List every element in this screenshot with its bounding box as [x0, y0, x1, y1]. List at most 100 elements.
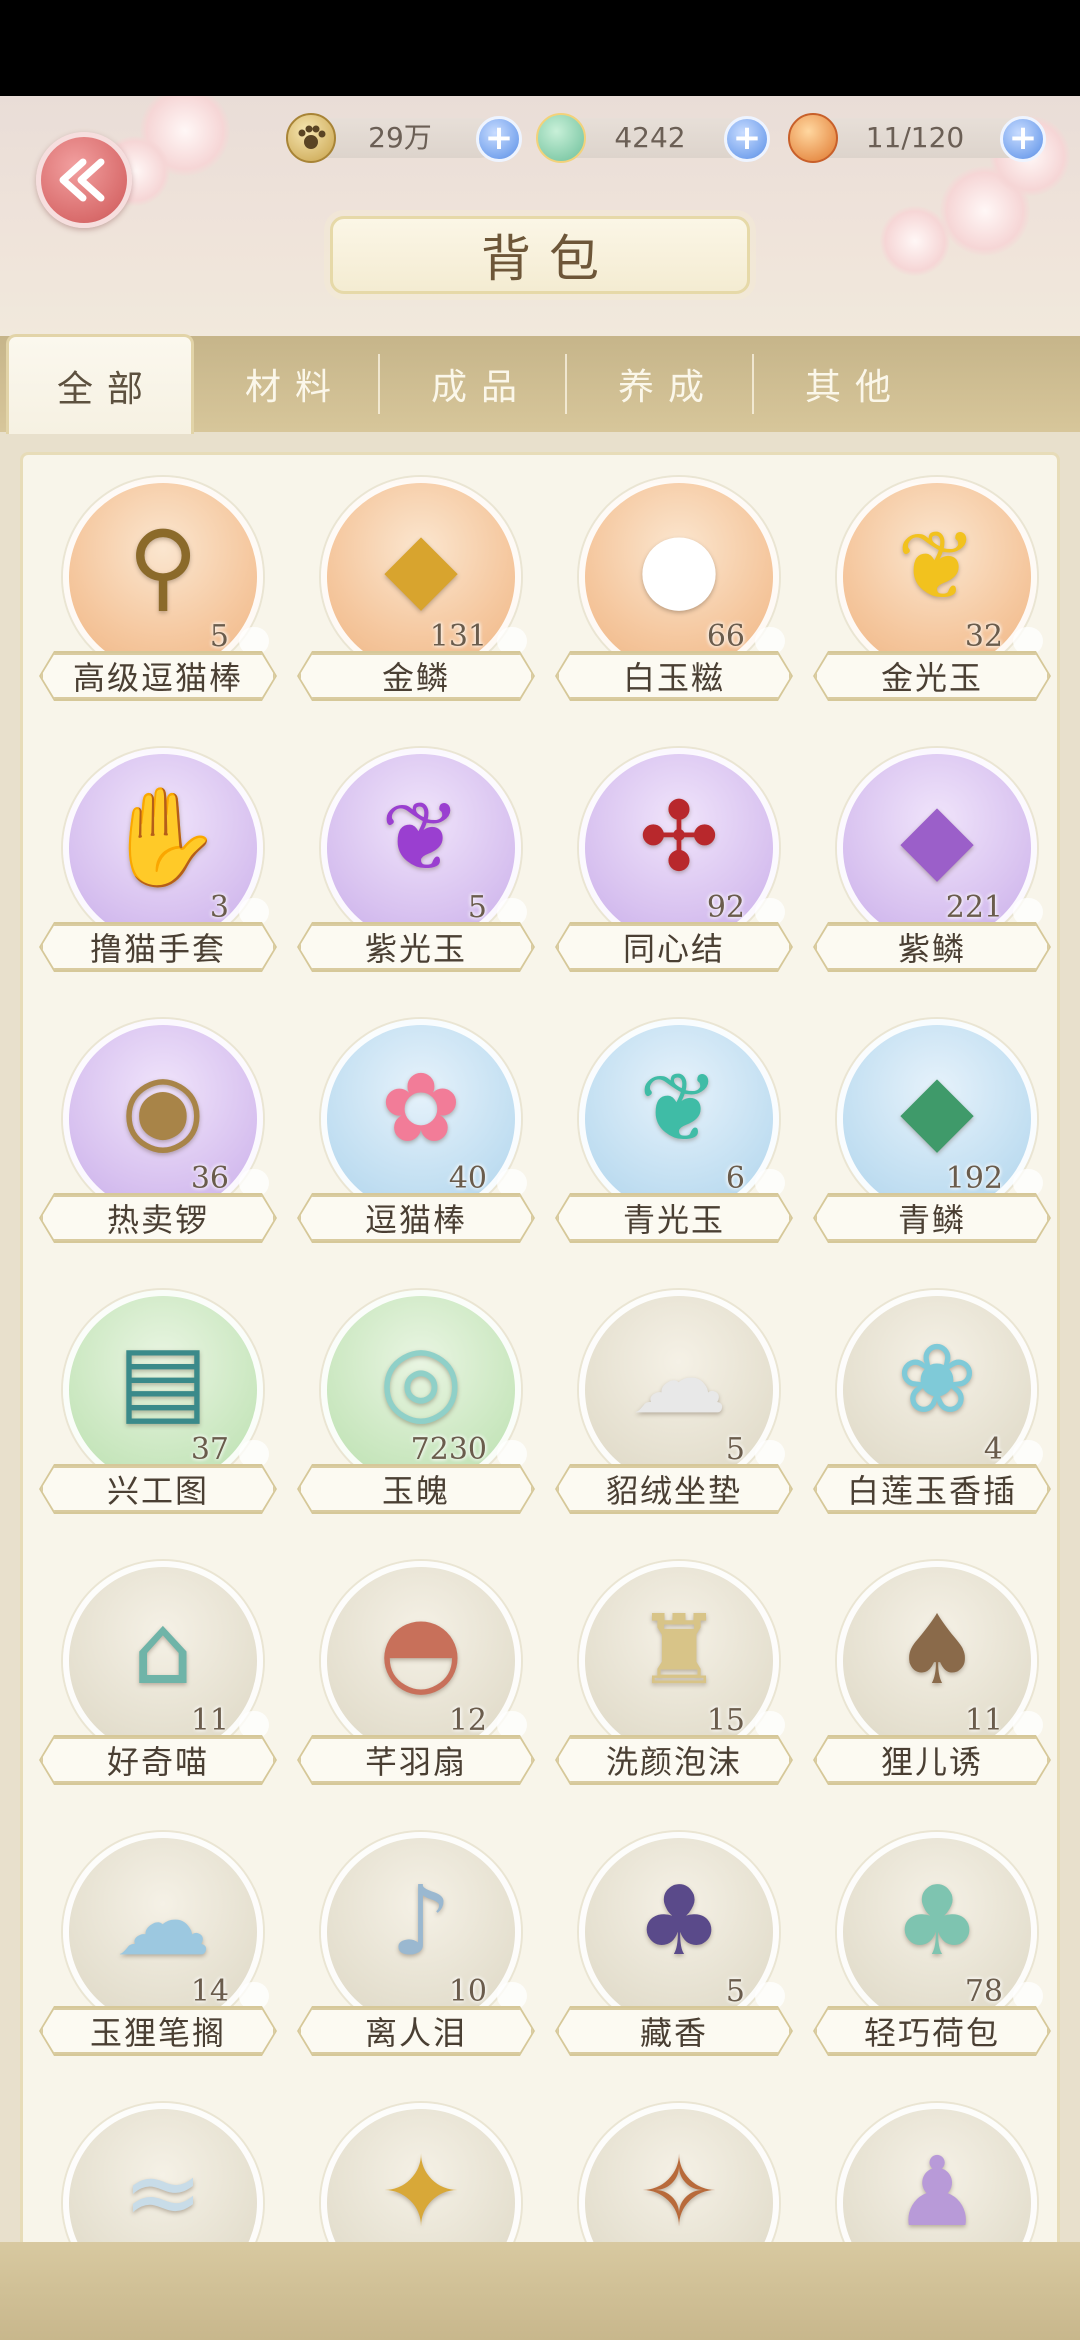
inventory-item[interactable]: ✧ [549, 2103, 789, 2259]
item-count: 7230 [410, 1432, 487, 1467]
inventory-item[interactable]: ♪ 10 离人泪 [291, 1832, 531, 2062]
purple-scale-icon: ◆ [900, 781, 974, 893]
purple-garment-icon: ♟ [893, 2136, 981, 2248]
blossom-decoration [880, 206, 950, 276]
item-name: 洗颜泡沫 [557, 1737, 791, 1783]
jade-disc-icon: ◎ [379, 1323, 463, 1435]
inventory-item[interactable]: ☁ 5 貂绒坐垫 [549, 1290, 789, 1520]
count-badge-bg [1013, 1982, 1043, 2010]
inventory-item[interactable]: ◎ 7230 玉魄 [291, 1290, 531, 1520]
green-scale-icon: ◆ [900, 1052, 974, 1164]
item-icon-frame: ✧ [579, 2103, 779, 2259]
tab-materials[interactable]: 材料 [194, 336, 382, 432]
count-badge-bg [497, 1711, 527, 1739]
count-badge-bg [497, 1440, 527, 1468]
item-name: 玉狸笔搁 [41, 2008, 275, 2054]
item-icon-frame: ✿ [321, 1019, 521, 1219]
jade-cat-icon: ☁ [115, 1865, 211, 1977]
inventory-item[interactable]: ▤ 37 兴工图 [33, 1290, 273, 1520]
item-name: 芊羽扇 [299, 1737, 533, 1783]
inventory-item[interactable]: ✣ 92 同心结 [549, 748, 789, 978]
inventory-item[interactable]: ✦ [291, 2103, 531, 2259]
item-icon-frame: ✣ [579, 748, 779, 948]
cat-jar-icon: ⌂ [132, 1594, 194, 1706]
item-name: 热卖锣 [41, 1195, 275, 1241]
inventory-item[interactable]: ◆ 221 紫鳞 [807, 748, 1047, 978]
item-icon-frame: ◓ [321, 1561, 521, 1761]
add-food-button[interactable]: + [1000, 116, 1046, 162]
item-icon-frame: ◆ [321, 477, 521, 677]
item-name: 金光玉 [815, 653, 1049, 699]
item-count: 10 [448, 1974, 487, 2009]
inventory-item[interactable]: ❀ 4 白莲玉香插 [807, 1290, 1047, 1520]
item-count: 37 [190, 1432, 229, 1467]
item-name: 白玉糍 [557, 653, 791, 699]
item-count: 12 [448, 1703, 487, 1738]
cream-bottle-icon: ♜ [635, 1594, 723, 1706]
item-name: 藏香 [557, 2008, 791, 2054]
item-name: 高级逗猫棒 [41, 653, 275, 699]
item-icon-frame: ☁ [63, 1832, 263, 2032]
count-badge-bg [1013, 1711, 1043, 1739]
item-name: 青鳞 [815, 1195, 1049, 1241]
inventory-item[interactable]: ⚲ 5 高级逗猫棒 [33, 477, 273, 707]
tab-all[interactable]: 全部 [6, 334, 194, 434]
inventory-item[interactable]: ♜ 15 洗颜泡沫 [549, 1561, 789, 1791]
inventory-item[interactable]: ◆ 192 青鳞 [807, 1019, 1047, 1249]
item-icon-frame: ◆ [837, 1019, 1037, 1219]
tab-bar: 全部 材料 成品 养成 其他 [0, 334, 1080, 434]
item-icon-frame: ⚲ [63, 477, 263, 677]
item-name: 狸儿诱 [815, 1737, 1049, 1783]
item-icon-frame: ☁ [579, 1290, 779, 1490]
inventory-item[interactable]: ♟ [807, 2103, 1047, 2259]
tab-products[interactable]: 成品 [380, 336, 568, 432]
item-count: 92 [706, 890, 745, 925]
item-name: 玉魄 [299, 1466, 533, 1512]
inventory-item[interactable]: ♣ 5 藏香 [549, 1832, 789, 2062]
count-badge-bg [1013, 1169, 1043, 1197]
count-badge-bg [755, 627, 785, 655]
inventory-item[interactable]: ● 66 白玉糍 [549, 477, 789, 707]
bottom-bar [0, 2242, 1080, 2340]
item-name: 貂绒坐垫 [557, 1466, 791, 1512]
item-count: 11 [190, 1703, 229, 1738]
count-badge-bg [497, 1982, 527, 2010]
inventory-item[interactable]: ❦ 5 紫光玉 [291, 748, 531, 978]
item-name: 兴工图 [41, 1466, 275, 1512]
teal-fish-icon: ❦ [638, 1052, 720, 1164]
item-count: 4 [983, 1432, 1003, 1467]
count-badge-bg [755, 1440, 785, 1468]
add-paw-coin-button[interactable]: + [476, 116, 522, 162]
tab-label: 其他 [804, 367, 905, 408]
item-name: 撸猫手套 [41, 924, 275, 970]
item-name: 白莲玉香插 [815, 1466, 1049, 1512]
inventory-item[interactable]: ☁ 14 玉狸笔搁 [33, 1832, 273, 2062]
item-icon-frame: ◆ [837, 748, 1037, 948]
inventory-item[interactable]: ♠ 11 狸儿诱 [807, 1561, 1047, 1791]
inventory-item[interactable]: ♣ 78 轻巧荷包 [807, 1832, 1047, 2062]
tab-label: 养成 [617, 367, 718, 408]
item-icon-frame: ❦ [579, 1019, 779, 1219]
count-badge-bg [239, 1982, 269, 2010]
inventory-item[interactable]: ≈ [33, 2103, 273, 2259]
add-jade-bird-button[interactable]: + [724, 116, 770, 162]
inventory-item[interactable]: ◆ 131 金鳞 [291, 477, 531, 707]
incense-bag-icon: ♣ [635, 1865, 723, 1977]
back-button[interactable] [36, 132, 132, 228]
item-icon-frame: ≈ [63, 2103, 263, 2259]
inventory-item[interactable]: ✋ 3 撸猫手套 [33, 748, 273, 978]
inventory-item[interactable]: ❦ 32 金光玉 [807, 477, 1047, 707]
inventory-item[interactable]: ◓ 12 芊羽扇 [291, 1561, 531, 1791]
item-icon-frame: ❦ [321, 748, 521, 948]
count-badge-bg [239, 1711, 269, 1739]
inventory-item[interactable]: ❦ 6 青光玉 [549, 1019, 789, 1249]
tab-cultivate[interactable]: 养成 [567, 336, 755, 432]
item-name: 青光玉 [557, 1195, 791, 1241]
back-arrow-icon [59, 158, 105, 202]
inventory-item[interactable]: ✿ 40 逗猫棒 [291, 1019, 531, 1249]
tab-other[interactable]: 其他 [754, 336, 942, 432]
item-count: 66 [706, 619, 745, 654]
inventory-item[interactable]: ⌂ 11 好奇喵 [33, 1561, 273, 1791]
inventory-item[interactable]: ◉ 36 热卖锣 [33, 1019, 273, 1249]
count-badge-bg [755, 1169, 785, 1197]
